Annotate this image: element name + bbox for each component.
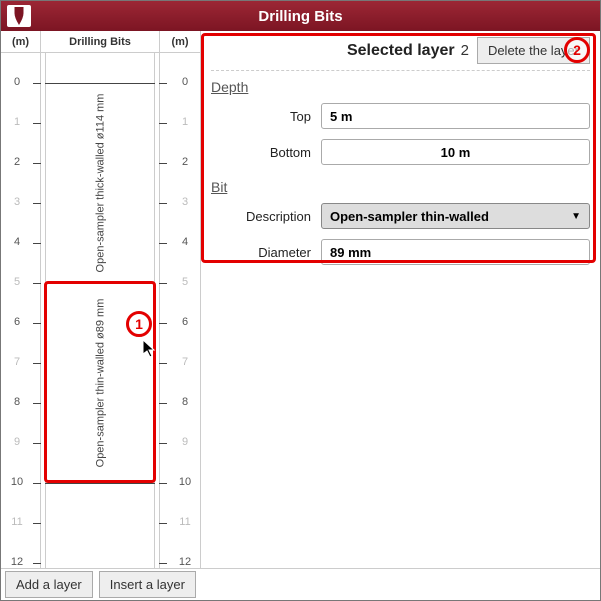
tick-label: 1 <box>3 116 31 128</box>
tick-label: 4 <box>3 236 31 248</box>
tick-label: 3 <box>171 196 199 208</box>
window-title: Drilling Bits <box>1 8 600 25</box>
tick-label: 10 <box>171 476 199 488</box>
titlebar: Drilling Bits <box>1 1 600 31</box>
description-value: Open-sampler thin-walled <box>330 209 489 224</box>
bit-group: Bit Description Open-sampler thin-walled… <box>211 175 590 265</box>
diameter-input[interactable] <box>321 239 590 265</box>
bit-label: Bit <box>211 175 590 195</box>
tick-label: 11 <box>171 516 199 528</box>
app-icon <box>7 5 31 27</box>
add-layer-button[interactable]: Add a layer <box>5 571 93 598</box>
description-label: Description <box>211 209 311 224</box>
tick-label: 2 <box>171 156 199 168</box>
bottom-toolbar: Add a layer Insert a layer <box>1 568 600 600</box>
properties-pane: Selected layer 2 Delete the layer Depth … <box>201 31 600 568</box>
depth-group: Depth Top Bottom <box>211 75 590 165</box>
diameter-label: Diameter <box>211 245 311 260</box>
tick-label: 7 <box>171 356 199 368</box>
tick-label: 2 <box>3 156 31 168</box>
layer-label: Open-sampler thin-walled ø89 mm <box>94 299 106 468</box>
tick-label: 0 <box>171 76 199 88</box>
tick-label: 9 <box>171 436 199 448</box>
tick-label: 10 <box>3 476 31 488</box>
tick-label: 7 <box>3 356 31 368</box>
tick-label: 0 <box>3 76 31 88</box>
header-drilling-bits: Drilling Bits <box>41 31 160 52</box>
tick-label: 6 <box>3 316 31 328</box>
tick-label: 5 <box>3 276 31 288</box>
ruler-right: 0123456789101112 <box>159 53 199 568</box>
depth-label: Depth <box>211 75 590 95</box>
tick-label: 6 <box>171 316 199 328</box>
tick-label: 12 <box>3 556 31 568</box>
chevron-down-icon: ▼ <box>571 211 581 222</box>
bottom-label: Bottom <box>211 145 311 160</box>
header-depth-right: (m) <box>160 31 200 52</box>
delete-layer-button[interactable]: Delete the layer <box>477 37 590 64</box>
selected-layer-title: Selected layer <box>347 42 455 60</box>
track-header: (m) Drilling Bits (m) <box>1 31 200 53</box>
layer-label: Open-sampler thick-walled ø114 mm <box>94 94 106 273</box>
tick-label: 11 <box>3 516 31 528</box>
selected-layer-number: 2 <box>461 42 469 59</box>
layer-column[interactable]: Open-sampler thick-walled ø114 mm Open-sa… <box>41 53 159 568</box>
top-label: Top <box>211 109 311 124</box>
bottom-input[interactable] <box>321 139 590 165</box>
tick-label: 3 <box>3 196 31 208</box>
tick-label: 8 <box>171 396 199 408</box>
tick-label: 4 <box>171 236 199 248</box>
tick-label: 9 <box>3 436 31 448</box>
layer-block-2[interactable]: Open-sampler thin-walled ø89 mm <box>45 283 155 483</box>
tick-label: 5 <box>171 276 199 288</box>
insert-layer-button[interactable]: Insert a layer <box>99 571 196 598</box>
description-select[interactable]: Open-sampler thin-walled ▼ <box>321 203 590 229</box>
track-pane: (m) Drilling Bits (m) 0123456789101112 O… <box>1 31 201 568</box>
tick-label: 8 <box>3 396 31 408</box>
track-body[interactable]: 0123456789101112 Open-sampler thick-wall… <box>1 53 200 568</box>
header-depth-left: (m) <box>1 31 41 52</box>
top-input[interactable] <box>321 103 590 129</box>
properties-header: Selected layer 2 Delete the layer <box>211 37 590 64</box>
tick-label: 12 <box>171 556 199 568</box>
tick-label: 1 <box>171 116 199 128</box>
ruler-left: 0123456789101112 <box>1 53 41 568</box>
drilling-bits-window: Drilling Bits (m) Drilling Bits (m) 0123… <box>0 0 601 601</box>
content-area: (m) Drilling Bits (m) 0123456789101112 O… <box>1 31 600 568</box>
layer-block-1[interactable]: Open-sampler thick-walled ø114 mm <box>45 83 155 283</box>
